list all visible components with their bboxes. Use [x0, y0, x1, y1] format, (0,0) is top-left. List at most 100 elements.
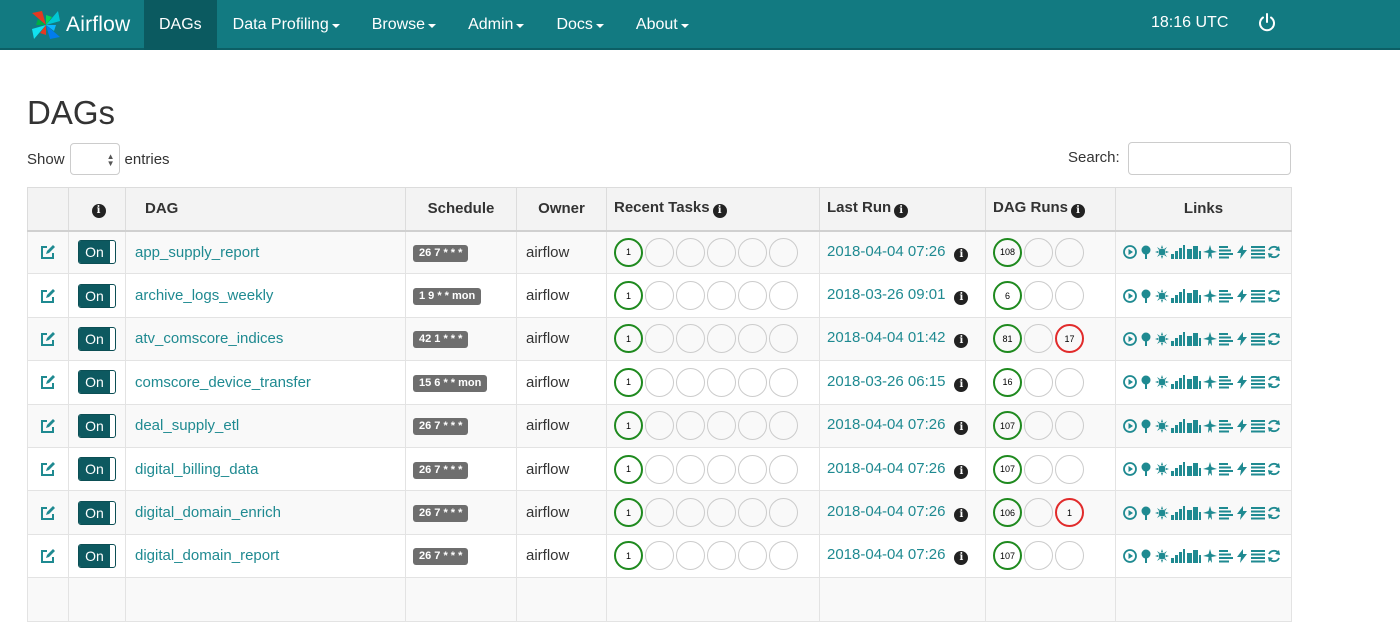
- info-icon[interactable]: i: [894, 204, 909, 219]
- task-state-circle[interactable]: 1: [614, 498, 643, 528]
- duration-chart-icon[interactable]: [1171, 462, 1185, 477]
- landing-times-icon[interactable]: [1203, 288, 1217, 303]
- refresh-icon[interactable]: [1267, 462, 1281, 476]
- task-state-circle[interactable]: 1: [614, 237, 643, 267]
- task-tries-icon[interactable]: [1187, 332, 1201, 346]
- dag-run-circle[interactable]: [1055, 367, 1084, 397]
- pause-toggle[interactable]: On: [78, 457, 116, 482]
- dag-run-circle[interactable]: 6: [993, 281, 1022, 311]
- refresh-icon[interactable]: [1267, 506, 1281, 520]
- task-tries-icon[interactable]: [1187, 419, 1201, 433]
- header-recent-tasks[interactable]: Recent Tasks i: [606, 187, 820, 232]
- tree-view-icon[interactable]: [1139, 506, 1153, 520]
- refresh-icon[interactable]: [1267, 375, 1281, 389]
- task-state-circle[interactable]: 1: [614, 454, 643, 484]
- task-state-circle[interactable]: [738, 237, 767, 267]
- landing-times-icon[interactable]: [1203, 548, 1217, 563]
- task-state-circle[interactable]: [769, 324, 798, 354]
- trigger-dag-icon[interactable]: [1123, 418, 1137, 433]
- tree-view-icon[interactable]: [1139, 462, 1153, 477]
- task-state-circle[interactable]: 1: [614, 411, 643, 441]
- task-state-circle[interactable]: [738, 541, 767, 571]
- task-state-circle[interactable]: [707, 237, 736, 267]
- info-icon[interactable]: i: [1071, 204, 1085, 219]
- nav-admin[interactable]: Admin: [452, 0, 540, 50]
- graph-view-icon[interactable]: [1155, 331, 1169, 346]
- code-view-icon[interactable]: [1235, 245, 1249, 260]
- task-state-circle[interactable]: [769, 367, 798, 397]
- duration-chart-icon[interactable]: [1171, 375, 1185, 390]
- task-state-circle[interactable]: 1: [614, 541, 643, 571]
- info-icon[interactable]: i: [954, 334, 969, 349]
- graph-view-icon[interactable]: [1155, 375, 1169, 390]
- task-state-circle[interactable]: [738, 324, 767, 354]
- nav-dags[interactable]: DAGs: [144, 0, 217, 50]
- task-state-circle[interactable]: [707, 324, 736, 354]
- last-run-link[interactable]: 2018-04-04 07:26: [827, 546, 945, 563]
- tree-view-icon[interactable]: [1139, 332, 1153, 346]
- edit-icon[interactable]: [40, 418, 56, 434]
- logs-icon[interactable]: [1251, 332, 1265, 346]
- info-icon[interactable]: i: [954, 247, 969, 262]
- pause-toggle[interactable]: On: [78, 413, 116, 438]
- logs-icon[interactable]: [1251, 375, 1265, 389]
- nav-about[interactable]: About: [620, 0, 705, 50]
- dag-run-circle[interactable]: [1024, 454, 1053, 484]
- landing-times-icon[interactable]: [1203, 462, 1217, 477]
- dag-id-link[interactable]: digital_domain_enrich: [135, 504, 281, 521]
- landing-times-icon[interactable]: [1203, 245, 1217, 260]
- nav-docs[interactable]: Docs: [540, 0, 619, 50]
- task-state-circle[interactable]: [676, 367, 705, 397]
- gantt-icon[interactable]: [1219, 289, 1233, 303]
- header-dag-runs[interactable]: DAG Runs i: [985, 187, 1116, 232]
- refresh-icon[interactable]: [1267, 289, 1281, 303]
- task-state-circle[interactable]: [707, 281, 736, 311]
- task-state-circle[interactable]: 1: [614, 324, 643, 354]
- task-tries-icon[interactable]: [1187, 375, 1201, 390]
- dag-run-circle[interactable]: [1024, 281, 1053, 311]
- last-run-link[interactable]: 2018-04-04 07:26: [827, 243, 945, 260]
- task-state-circle[interactable]: 1: [614, 281, 643, 311]
- trigger-dag-icon[interactable]: [1123, 245, 1137, 260]
- task-state-circle[interactable]: [769, 541, 798, 571]
- last-run-link[interactable]: 2018-04-04 01:42: [827, 329, 945, 346]
- info-icon[interactable]: i: [954, 377, 969, 392]
- tree-view-icon[interactable]: [1139, 375, 1153, 390]
- header-last-run[interactable]: Last Run i: [819, 187, 986, 232]
- tree-view-icon[interactable]: [1139, 245, 1153, 260]
- info-icon[interactable]: i: [712, 204, 727, 219]
- brand[interactable]: Airflow: [28, 4, 130, 46]
- task-state-circle[interactable]: [676, 498, 705, 528]
- pause-toggle[interactable]: On: [78, 326, 116, 351]
- code-view-icon[interactable]: [1235, 418, 1249, 433]
- refresh-icon[interactable]: [1267, 549, 1281, 563]
- dag-id-link[interactable]: archive_logs_weekly: [135, 287, 273, 304]
- dag-run-circle[interactable]: 16: [993, 367, 1022, 397]
- dag-run-circle[interactable]: 17: [1055, 324, 1084, 354]
- dag-run-circle[interactable]: [1024, 324, 1053, 354]
- task-state-circle[interactable]: [707, 367, 736, 397]
- task-state-circle[interactable]: [645, 281, 674, 311]
- task-state-circle[interactable]: [676, 541, 705, 571]
- pause-toggle[interactable]: On: [78, 500, 116, 525]
- duration-chart-icon[interactable]: [1171, 331, 1185, 346]
- task-state-circle[interactable]: [707, 541, 736, 571]
- tree-view-icon[interactable]: [1139, 549, 1153, 563]
- task-state-circle[interactable]: [645, 541, 674, 571]
- task-state-circle[interactable]: [676, 454, 705, 484]
- code-view-icon[interactable]: [1235, 375, 1249, 390]
- edit-icon[interactable]: [40, 288, 56, 304]
- task-state-circle[interactable]: [676, 411, 705, 441]
- pause-toggle[interactable]: On: [78, 283, 116, 308]
- pause-toggle[interactable]: On: [78, 370, 116, 395]
- task-state-circle[interactable]: [769, 454, 798, 484]
- header-dag[interactable]: DAG: [125, 187, 406, 232]
- info-icon[interactable]: i: [954, 464, 969, 479]
- info-icon[interactable]: i: [954, 291, 969, 306]
- task-tries-icon[interactable]: [1187, 549, 1201, 563]
- code-view-icon[interactable]: [1235, 331, 1249, 346]
- task-state-circle[interactable]: [738, 411, 767, 441]
- task-state-circle[interactable]: [645, 454, 674, 484]
- logs-icon[interactable]: [1251, 419, 1265, 433]
- entries-select[interactable]: ▲ ▼: [69, 143, 120, 175]
